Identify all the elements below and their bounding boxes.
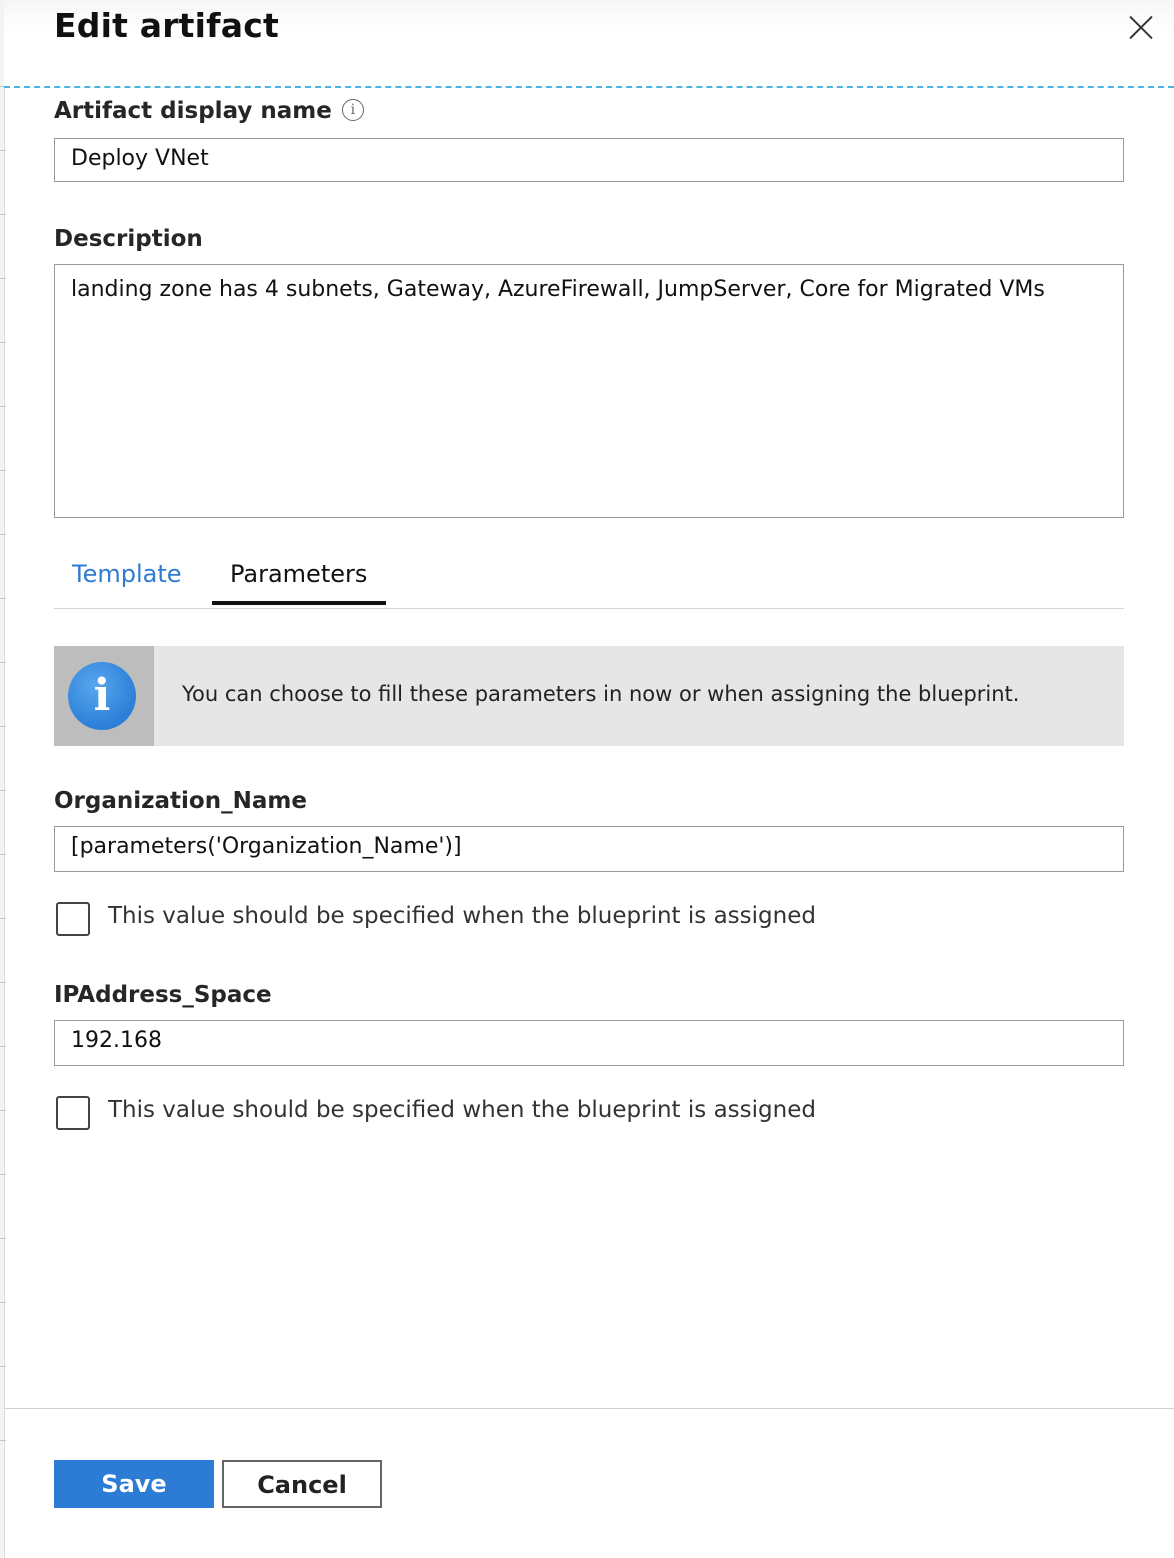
strip-divider (0, 534, 6, 535)
display-name-input[interactable]: Deploy VNet (54, 138, 1124, 182)
strip-divider (0, 278, 6, 279)
banner-icon-box: i (54, 646, 154, 746)
description-label: Description (54, 226, 203, 252)
parameter-label-ipaddress-space: IPAddress_Space (54, 982, 272, 1008)
save-button[interactable]: Save (54, 1460, 214, 1508)
organization-name-assign-checkbox[interactable] (56, 902, 90, 936)
strip-divider (0, 1046, 6, 1047)
organization-name-input[interactable]: [parameters('Organization_Name')] (54, 826, 1124, 872)
strip-divider (0, 150, 6, 151)
info-banner: i You can choose to fill these parameter… (54, 646, 1124, 746)
info-circle-icon: i (68, 662, 136, 730)
active-tab-indicator (212, 601, 386, 605)
tab-parameters[interactable]: Parameters (230, 560, 367, 588)
strip-divider (0, 982, 6, 983)
ipaddress-space-input[interactable]: 192.168 (54, 1020, 1124, 1066)
strip-divider (0, 918, 6, 919)
strip-divider (0, 342, 6, 343)
strip-divider (0, 214, 6, 215)
tab-template[interactable]: Template (72, 560, 182, 588)
footer-divider (4, 1408, 1174, 1409)
dialog-title: Edit artifact (54, 6, 279, 45)
ipaddress-space-assign-checkbox[interactable] (56, 1096, 90, 1130)
close-icon[interactable] (1126, 12, 1156, 42)
strip-divider (0, 470, 6, 471)
banner-message: You can choose to fill these parameters … (182, 682, 1020, 706)
strip-divider (0, 1238, 6, 1239)
parameter-label-organization-name: Organization_Name (54, 788, 307, 814)
background-page-strip (0, 0, 5, 1558)
cancel-button[interactable]: Cancel (222, 1460, 382, 1508)
description-textarea[interactable]: landing zone has 4 subnets, Gateway, Azu… (54, 264, 1124, 518)
tab-bar: Template Parameters (54, 556, 1124, 609)
strip-divider (0, 662, 6, 663)
display-name-label-row: Artifact display name i (54, 98, 364, 124)
strip-divider (0, 1174, 6, 1175)
strip-divider (0, 854, 6, 855)
strip-divider (0, 790, 6, 791)
ipaddress-space-checkbox-label: This value should be specified when the … (108, 1097, 816, 1123)
strip-divider (0, 1110, 6, 1111)
header-divider (4, 86, 1174, 88)
info-circle-glyph: i (93, 670, 111, 721)
strip-divider (0, 406, 6, 407)
strip-divider (0, 1366, 6, 1367)
info-icon[interactable]: i (341, 98, 364, 121)
strip-divider (0, 726, 6, 727)
strip-divider (0, 598, 6, 599)
display-name-label: Artifact display name (54, 98, 332, 124)
dialog-header: Edit artifact (4, 0, 1174, 86)
organization-name-checkbox-label: This value should be specified when the … (108, 903, 816, 929)
strip-divider (0, 1440, 6, 1441)
strip-divider (0, 1302, 6, 1303)
